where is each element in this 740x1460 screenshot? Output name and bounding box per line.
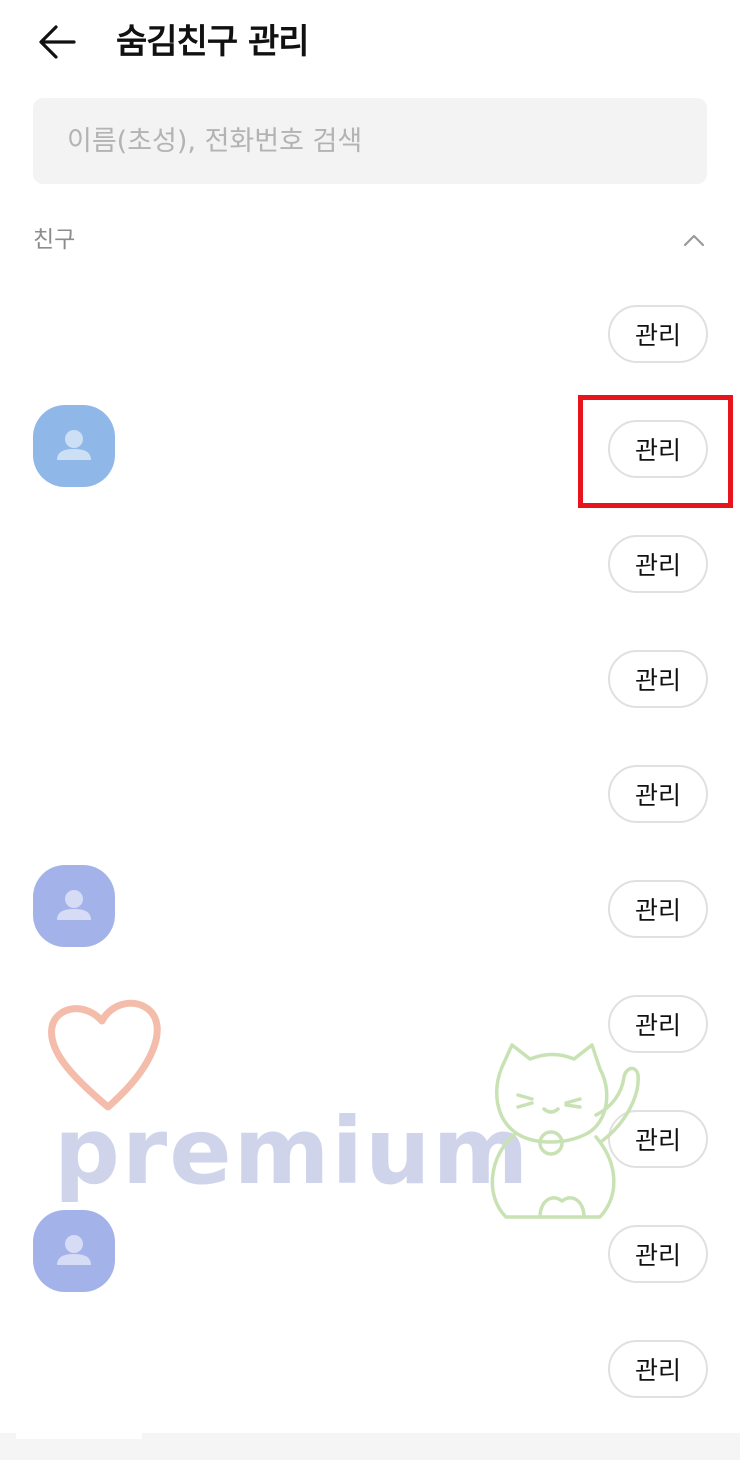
avatar[interactable] <box>33 865 115 947</box>
manage-button[interactable]: 관리 <box>608 420 708 478</box>
back-button[interactable] <box>34 20 82 64</box>
arrow-left-icon <box>39 25 76 59</box>
friend-row: 관리 <box>0 1198 740 1313</box>
person-icon <box>57 890 91 920</box>
search-input[interactable] <box>33 98 707 184</box>
friend-row: 관리 <box>0 393 740 508</box>
bottom-bar <box>0 1433 740 1460</box>
manage-button[interactable]: 관리 <box>608 765 708 823</box>
avatar[interactable] <box>33 405 115 487</box>
manage-button[interactable]: 관리 <box>608 305 708 363</box>
person-icon <box>57 430 91 460</box>
friend-row: 관리 <box>0 738 740 853</box>
section-label-friends: 친구 <box>33 227 76 253</box>
hidden-friends-screen: 숨김친구 관리 친구 관리 관리 관리 관리 관리 <box>0 0 740 1460</box>
friend-row: 관리 <box>0 623 740 738</box>
person-icon <box>57 1235 91 1265</box>
friend-row: 관리 <box>0 508 740 623</box>
manage-button[interactable]: 관리 <box>608 1225 708 1283</box>
friend-row: 관리 <box>0 278 740 393</box>
friend-row: 관리 <box>0 968 740 1083</box>
chevron-up-icon <box>683 234 705 247</box>
page-title: 숨김친구 관리 <box>116 22 310 62</box>
avatar[interactable] <box>33 1210 115 1292</box>
manage-button[interactable]: 관리 <box>608 995 708 1053</box>
friend-row: 관리 <box>0 853 740 968</box>
search-field[interactable] <box>33 98 707 184</box>
friend-list: 관리 관리 관리 관리 관리 관리 관리 관리 관리 관리 <box>0 278 740 1428</box>
collapse-button[interactable] <box>676 222 712 258</box>
friend-row: 관리 <box>0 1083 740 1198</box>
friend-row: 관리 <box>0 1313 740 1428</box>
manage-button[interactable]: 관리 <box>608 650 708 708</box>
manage-button[interactable]: 관리 <box>608 1340 708 1398</box>
manage-button[interactable]: 관리 <box>608 1110 708 1168</box>
manage-button[interactable]: 관리 <box>608 535 708 593</box>
manage-button[interactable]: 관리 <box>608 880 708 938</box>
bottom-bar-indicator <box>16 1433 142 1439</box>
